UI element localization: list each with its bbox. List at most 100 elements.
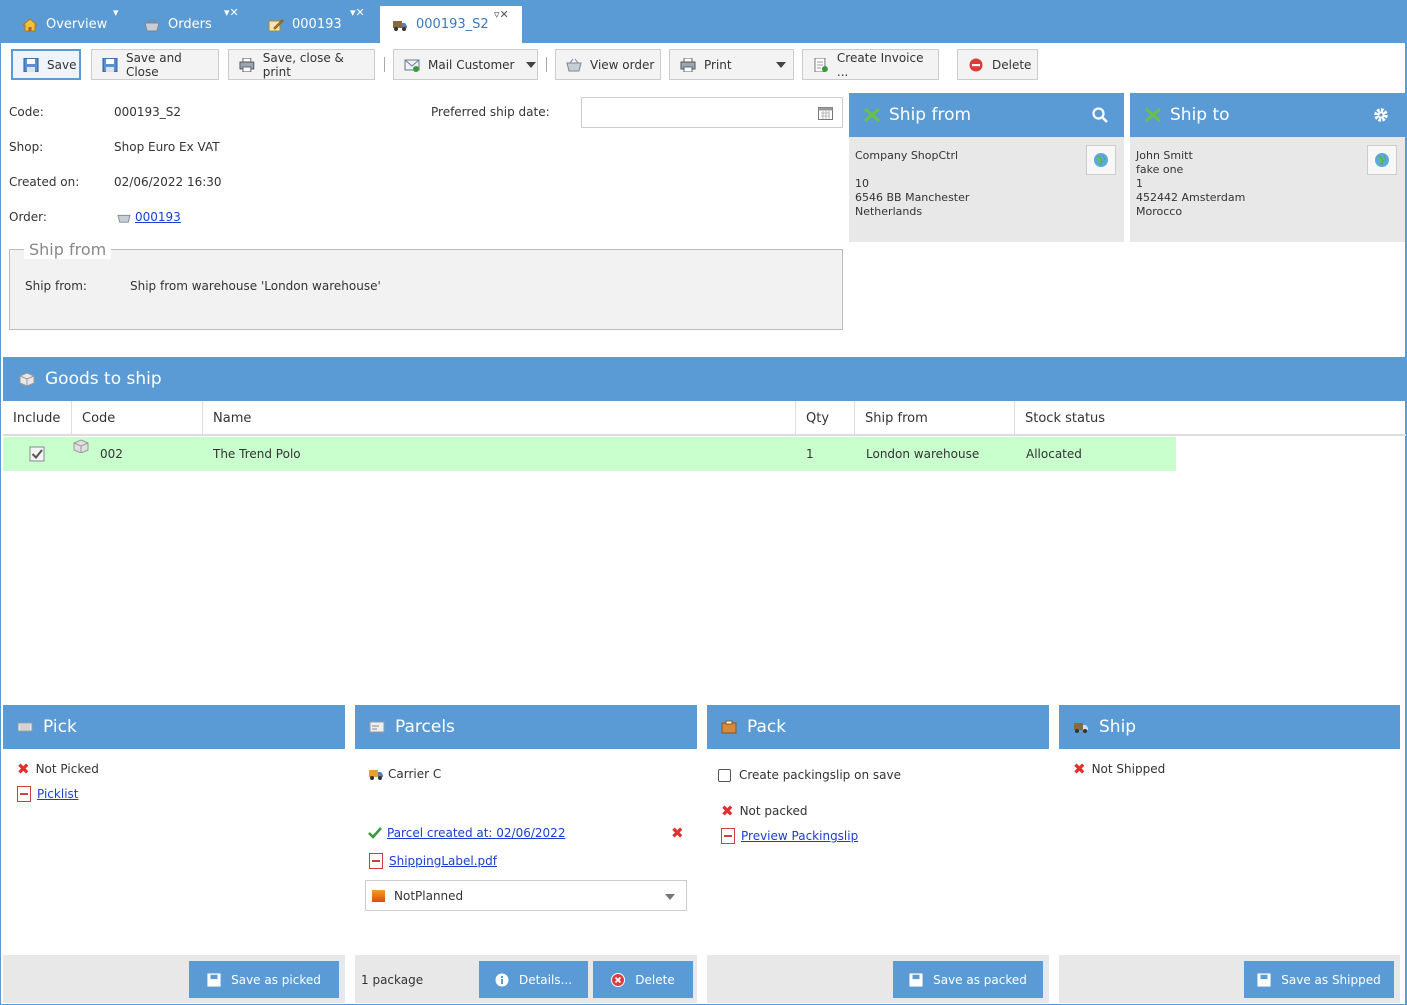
tab-orders[interactable]: Orders: [144, 6, 212, 43]
tab-menu-icon[interactable]: ▾: [113, 6, 119, 19]
save-and-close-button[interactable]: Save and Close: [91, 49, 219, 80]
goods-to-ship-header: Goods to ship: [3, 357, 1406, 401]
shop-value: Shop Euro Ex VAT: [114, 140, 220, 154]
address-line: 6546 BB Manchester: [855, 191, 970, 204]
view-order-button[interactable]: View order: [555, 49, 661, 80]
parcels-title: Parcels: [395, 717, 455, 737]
save-as-picked-button[interactable]: Save as picked: [189, 961, 339, 998]
chevron-down-icon: [665, 894, 675, 900]
tab-overview[interactable]: Overview: [22, 6, 107, 43]
ship-from-address: Company ShopCtrl 10 6546 BB Manchester N…: [849, 137, 1124, 231]
map-button[interactable]: [1367, 145, 1397, 175]
x-icon: ✖: [1073, 760, 1086, 778]
column-header-include[interactable]: Include: [3, 401, 72, 435]
status-color-icon: [372, 890, 385, 902]
parcel-details-button[interactable]: Details...: [479, 961, 588, 998]
floppy-icon: [909, 972, 923, 987]
remove-parcel-button[interactable]: ✖: [671, 824, 690, 842]
tab-label: Orders: [168, 17, 212, 32]
floppy-icon: [1257, 972, 1271, 987]
code-value: 000193_S2: [114, 105, 182, 119]
pick-header: Pick: [3, 705, 345, 749]
preferred-ship-date-input[interactable]: [581, 97, 843, 128]
created-on-label: Created on:: [9, 175, 80, 189]
shop-label: Shop:: [9, 140, 44, 154]
save-as-shipped-label: Save as Shipped: [1281, 972, 1381, 987]
globe-icon: [1375, 153, 1389, 167]
column-header-stock-status[interactable]: Stock status: [1015, 401, 1406, 435]
printer-icon: [239, 57, 255, 72]
view-order-label: View order: [590, 57, 655, 72]
home-icon: [22, 17, 38, 31]
pack-title: Pack: [747, 717, 787, 737]
parcel-delete-button[interactable]: Delete: [593, 961, 693, 998]
tab-menu-icon[interactable]: ▾✕: [350, 6, 365, 19]
floppy-icon: [102, 57, 118, 72]
address-line: fake one: [1136, 163, 1184, 176]
preview-packingslip-wrap: Preview Packingslip: [721, 828, 858, 844]
column-header-name[interactable]: Name: [203, 401, 796, 435]
column-header-code[interactable]: Code: [72, 401, 203, 435]
create-invoice-button[interactable]: Create Invoice ...: [802, 49, 939, 80]
pick-status-text: Not Picked: [35, 762, 99, 776]
cell-qty: 1: [806, 447, 814, 461]
mail-customer-label: Mail Customer: [428, 57, 515, 72]
map-button[interactable]: [1086, 145, 1116, 175]
parcel-status-select[interactable]: NotPlanned: [365, 880, 687, 911]
include-checkbox[interactable]: [29, 437, 45, 471]
save-as-picked-label: Save as picked: [231, 972, 321, 987]
parcel-created-link[interactable]: Parcel created at: 02/06/2022: [387, 826, 565, 840]
picklist-link[interactable]: Picklist: [37, 787, 78, 801]
ship-to-address: John Smitt fake one 1 452442 Amsterdam M…: [1130, 137, 1405, 231]
tab-menu-icon[interactable]: ▾✕: [224, 6, 239, 19]
gear-icon[interactable]: [1373, 107, 1389, 123]
save-button[interactable]: Save: [11, 49, 81, 80]
tab-label: Overview: [46, 17, 108, 32]
tab-close-icon[interactable]: ▿✕: [494, 8, 509, 21]
box-icon: [19, 372, 35, 386]
column-header-qty[interactable]: Qty: [796, 401, 855, 435]
address-line: Company ShopCtrl: [855, 149, 959, 162]
address-line: 10: [855, 177, 869, 190]
order-link[interactable]: 000193: [135, 210, 181, 224]
packingslip-checkbox-wrap: Create packingslip on save: [718, 768, 901, 782]
tab-order-000193[interactable]: 000193: [268, 6, 342, 43]
chevron-down-icon: [775, 61, 786, 68]
pack-status-text: Not packed: [739, 804, 808, 818]
arrows-icon: [864, 107, 880, 123]
truck-icon: [369, 770, 383, 780]
invoice-icon: [814, 57, 828, 72]
address-line: 1: [1136, 177, 1143, 190]
pick-status: ✖ Not Picked: [17, 760, 99, 778]
column-header-ship-from[interactable]: Ship from: [855, 401, 1015, 435]
product-icon-wrap: [73, 429, 89, 463]
calendar-icon[interactable]: [818, 106, 833, 120]
tab-label: 000193: [292, 17, 342, 32]
ship-to-panel: Ship to John Smitt fake one 1 452442 Ams…: [1130, 93, 1405, 242]
truck-icon: [393, 20, 407, 31]
table-row[interactable]: 002 The Trend Polo 1 London warehouse Al…: [3, 437, 1176, 471]
toolbar-divider: [546, 57, 547, 72]
search-icon[interactable]: [1092, 107, 1108, 123]
basket-icon: [117, 214, 131, 223]
save-as-packed-button[interactable]: Save as packed: [893, 961, 1043, 998]
floppy-icon: [23, 57, 39, 72]
shipping-label-link[interactable]: ShippingLabel.pdf: [389, 854, 497, 868]
preview-packingslip-link[interactable]: Preview Packingslip: [741, 829, 858, 843]
save-close-print-button[interactable]: Save, close & print: [228, 49, 375, 80]
save-as-shipped-button[interactable]: Save as Shipped: [1244, 961, 1394, 998]
mail-customer-button[interactable]: Mail Customer: [393, 49, 538, 80]
truck-icon: [1074, 723, 1088, 733]
parcel-status-value: NotPlanned: [394, 888, 464, 903]
packingslip-checkbox[interactable]: [718, 768, 731, 782]
parcel-created-line: Parcel created at: 02/06/2022: [368, 826, 565, 840]
info-icon: [495, 973, 509, 986]
x-icon: ✖: [671, 824, 684, 842]
checkbox-checked-icon: [29, 446, 45, 462]
printer-icon: [680, 57, 696, 72]
ship-from-field-value: Ship from warehouse 'London warehouse': [130, 279, 381, 293]
delete-button[interactable]: Delete: [957, 49, 1038, 80]
arrows-icon: [1145, 107, 1161, 123]
print-button[interactable]: Print: [669, 49, 794, 80]
tab-shipment-000193-s2[interactable]: 000193_S2 ▿✕: [380, 6, 522, 43]
